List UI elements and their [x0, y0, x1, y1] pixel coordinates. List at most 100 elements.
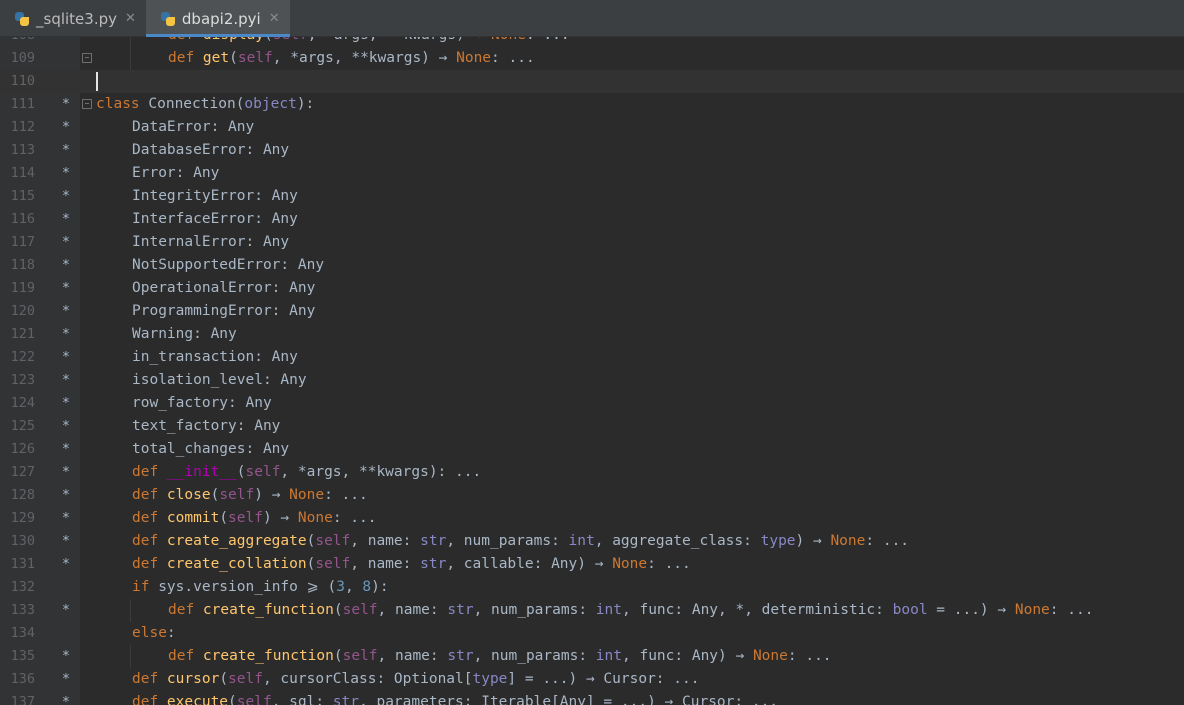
code-token: def: [132, 533, 167, 549]
fold-toggle-icon[interactable]: [82, 53, 92, 63]
implemented-marker-icon[interactable]: *: [60, 415, 72, 438]
implemented-marker-icon[interactable]: *: [60, 346, 72, 369]
implemented-marker-icon[interactable]: *: [60, 691, 72, 705]
code-token: None: [456, 50, 492, 66]
code-line[interactable]: 118 * NotSupportedError: Any: [0, 254, 1184, 277]
implemented-marker-icon[interactable]: *: [60, 461, 72, 484]
tab-label: dbapi2.pyi: [181, 9, 261, 28]
indent-guide: [130, 599, 131, 622]
code-line[interactable]: 113 * DatabaseError: Any: [0, 139, 1184, 162]
code-line[interactable]: 131 * def create_collation(self, name: str…: [0, 553, 1184, 576]
code-token: def: [132, 556, 167, 572]
code-token: ProgrammingError: Any: [132, 303, 316, 319]
implemented-marker-icon[interactable]: *: [60, 553, 72, 576]
close-icon[interactable]: ✕: [125, 11, 136, 26]
code-line[interactable]: 122 * in_transaction: Any: [0, 346, 1184, 369]
code-line[interactable]: 120 * ProgrammingError: Any: [0, 300, 1184, 323]
code-token: (: [264, 37, 273, 43]
line-number: 118: [10, 257, 35, 273]
code-token: ) →: [254, 487, 290, 503]
implemented-marker-icon[interactable]: *: [60, 369, 72, 392]
tab-dbapi2-pyi[interactable]: dbapi2.pyi ✕: [145, 0, 290, 37]
code-line[interactable]: 114 * Error: Any: [0, 162, 1184, 185]
line-number: 126: [10, 441, 35, 457]
code-token: , name:: [377, 602, 448, 618]
code-token: InterfaceError: Any: [132, 211, 298, 227]
close-icon[interactable]: ✕: [269, 11, 280, 26]
line-number: 122: [10, 349, 35, 365]
code-token: Connection(: [148, 96, 245, 112]
implemented-marker-icon[interactable]: *: [60, 231, 72, 254]
line-number: 115: [10, 188, 35, 204]
code-line[interactable]: 127 * def __init__(self, *args, **kwargs):…: [0, 461, 1184, 484]
code-line[interactable]: 133 * def create_function(self, name: str,…: [0, 599, 1184, 622]
implemented-marker-icon[interactable]: *: [60, 645, 72, 668]
implemented-marker-icon[interactable]: *: [60, 254, 72, 277]
code-line[interactable]: 137 * def execute(self, sql: str, paramete…: [0, 691, 1184, 705]
code-token: , cursorClass: Optional[: [262, 671, 473, 687]
code-text: class Connection(object):: [96, 93, 314, 116]
code-token: isolation_level: Any: [132, 372, 307, 388]
code-token: def: [168, 37, 203, 43]
code-token: None: [612, 556, 648, 572]
code-line[interactable]: 129 * def commit(self) → None: ...: [0, 507, 1184, 530]
implemented-marker-icon[interactable]: *: [60, 507, 72, 530]
line-number: 125: [10, 418, 35, 434]
code-line[interactable]: 112 * DataError: Any: [0, 116, 1184, 139]
code-line[interactable]: 136 * def cursor(self, cursorClass: Option…: [0, 668, 1184, 691]
code-line[interactable]: 132 if sys.version_info ⩾ (3, 8):: [0, 576, 1184, 599]
code-line[interactable]: 121 * Warning: Any: [0, 323, 1184, 346]
fold-toggle-icon[interactable]: [82, 99, 92, 109]
implemented-marker-icon[interactable]: *: [60, 93, 72, 116]
code-token: None: [297, 510, 333, 526]
code-line[interactable]: 126 * total_changes: Any: [0, 438, 1184, 461]
implemented-marker-icon[interactable]: *: [60, 300, 72, 323]
code-token: ) →: [795, 533, 831, 549]
code-token: cursor: [166, 671, 220, 687]
code-line[interactable]: 124 * row_factory: Any: [0, 392, 1184, 415]
implemented-marker-icon[interactable]: *: [60, 530, 72, 553]
code-line[interactable]: 128 * def close(self) → None: ...: [0, 484, 1184, 507]
implemented-marker-icon[interactable]: *: [60, 438, 72, 461]
code-text: def display(self, *args, **kwargs) → Non…: [168, 37, 570, 47]
code-text: ProgrammingError: Any: [132, 300, 315, 323]
implemented-marker-icon[interactable]: *: [60, 668, 72, 691]
code-text: NotSupportedError: Any: [132, 254, 324, 277]
code-line[interactable]: 125 * text_factory: Any: [0, 415, 1184, 438]
code-line[interactable]: 109 def get(self, *args, **kwargs) → None…: [0, 47, 1184, 70]
code-line[interactable]: 134 else:: [0, 622, 1184, 645]
implemented-marker-icon[interactable]: *: [60, 139, 72, 162]
line-number: 108: [0, 37, 35, 47]
code-line[interactable]: 111 * class Connection(object):: [0, 93, 1184, 116]
code-line[interactable]: 115 * IntegrityError: Any: [0, 185, 1184, 208]
code-line[interactable]: 119 * OperationalError: Any: [0, 277, 1184, 300]
implemented-marker-icon[interactable]: *: [60, 599, 72, 622]
code-editor[interactable]: 108 def display(self, *args, **kwargs) → …: [0, 37, 1184, 705]
code-token: str: [420, 556, 447, 572]
implemented-marker-icon[interactable]: *: [60, 185, 72, 208]
code-text: text_factory: Any: [132, 415, 280, 438]
code-text: InterfaceError: Any: [132, 208, 298, 231]
implemented-marker-icon[interactable]: *: [60, 392, 72, 415]
code-line[interactable]: 123 * isolation_level: Any: [0, 369, 1184, 392]
implemented-marker-icon[interactable]: *: [60, 162, 72, 185]
code-line[interactable]: 108 def display(self, *args, **kwargs) → …: [0, 37, 1184, 47]
code-line[interactable]: 130 * def create_aggregate(self, name: str…: [0, 530, 1184, 553]
implemented-marker-icon[interactable]: *: [60, 323, 72, 346]
code-token: execute: [166, 694, 229, 705]
line-number: 130: [10, 533, 35, 549]
code-line[interactable]: 135 * def create_function(self, name: str,…: [0, 645, 1184, 668]
code-line[interactable]: 117 * InternalError: Any: [0, 231, 1184, 254]
code-token: self: [228, 510, 263, 526]
code-token: self: [342, 602, 378, 618]
implemented-marker-icon[interactable]: *: [60, 116, 72, 139]
code-token: bool: [892, 602, 928, 618]
code-token: : ...: [1049, 602, 1094, 618]
implemented-marker-icon[interactable]: *: [60, 484, 72, 507]
tab-sqlite3-py[interactable]: _sqlite3.py ✕: [0, 0, 146, 37]
code-line[interactable]: 116 * InterfaceError: Any: [0, 208, 1184, 231]
implemented-marker-icon[interactable]: *: [60, 277, 72, 300]
code-token: str: [447, 648, 474, 664]
code-line[interactable]: 110: [0, 70, 1184, 93]
implemented-marker-icon[interactable]: *: [60, 208, 72, 231]
